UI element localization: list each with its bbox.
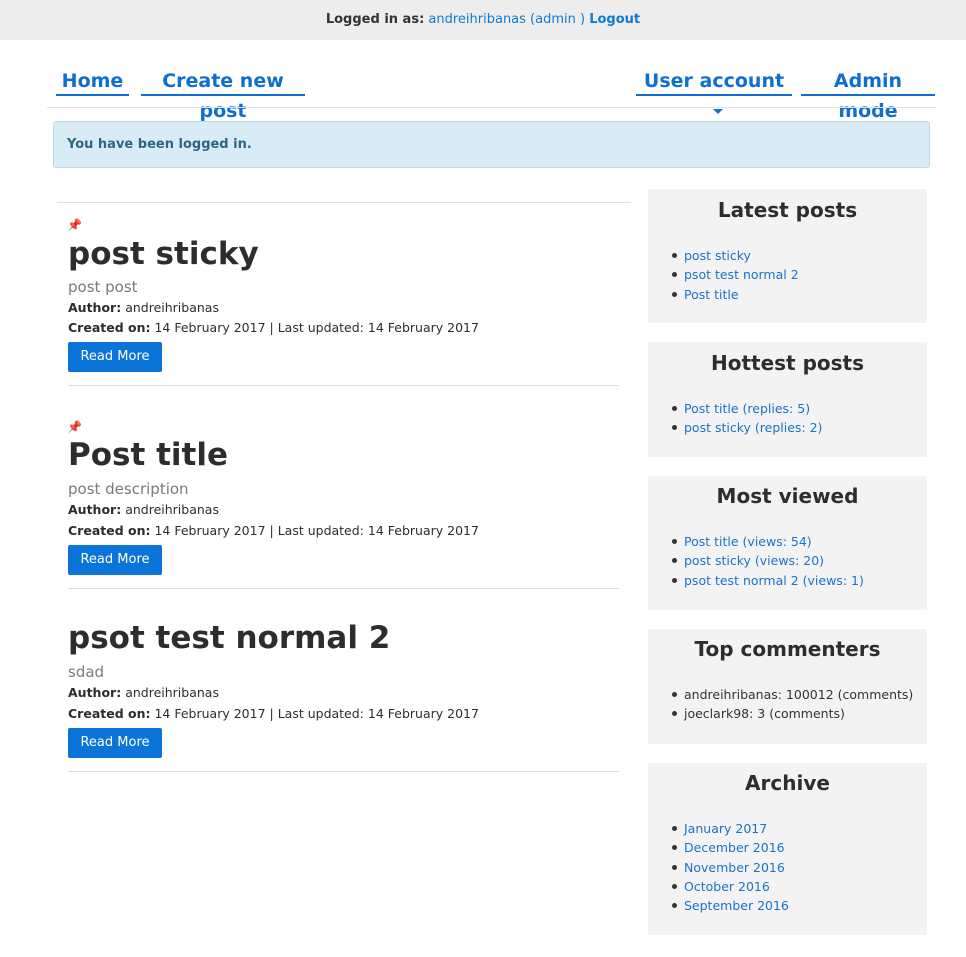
list-item: Post title (replies: 5) <box>672 399 822 418</box>
post-title[interactable]: psot test normal 2 <box>68 620 390 656</box>
widget-title: Archive <box>745 771 830 795</box>
created-label: Created on: <box>68 706 151 721</box>
post-author: Author: andreihribanas <box>68 502 219 517</box>
post-title[interactable]: post sticky <box>68 236 259 272</box>
hottest-post-link[interactable]: Post title (replies: 5) <box>684 401 810 416</box>
nav-home[interactable]: Home <box>56 66 129 96</box>
login-status-bar: Logged in as: andreihribanas (admin ) Lo… <box>0 0 966 40</box>
logged-in-label: Logged in as: <box>325 12 425 27</box>
list-item: joeclark98: 3 (comments) <box>672 704 913 723</box>
author-name: andreihribanas <box>125 502 219 517</box>
read-more-button[interactable]: Read More <box>68 728 162 758</box>
most-viewed-list: Post title (views: 54) post sticky (view… <box>672 532 864 590</box>
pin-icon: 📌 <box>67 420 82 434</box>
archive-link[interactable]: October 2016 <box>684 879 770 894</box>
list-item: Post title (views: 54) <box>672 532 864 551</box>
list-item: post sticky (replies: 2) <box>672 418 822 437</box>
most-viewed-link[interactable]: Post title (views: 54) <box>684 534 812 549</box>
chevron-down-icon <box>713 109 723 114</box>
read-more-button[interactable]: Read More <box>68 342 162 372</box>
read-more-button[interactable]: Read More <box>68 545 162 575</box>
nav-admin-mode[interactable]: Admin mode <box>801 66 935 122</box>
archive-link[interactable]: November 2016 <box>684 860 785 875</box>
created-label: Created on: <box>68 523 151 538</box>
list-item: psot test normal 2 (views: 1) <box>672 571 864 590</box>
widget-title: Hottest posts <box>710 351 865 375</box>
widget-title: Latest posts <box>717 198 858 222</box>
latest-post-link[interactable]: Post title <box>684 287 739 302</box>
archive-link[interactable]: January 2017 <box>684 821 767 836</box>
post-description: post description <box>68 480 189 498</box>
posts-top-divider <box>57 202 631 203</box>
archive-link[interactable]: December 2016 <box>684 840 785 855</box>
top-commenters-widget: Top commenters andreihribanas: 100012 (c… <box>648 629 927 744</box>
post-divider <box>68 385 619 386</box>
latest-post-link[interactable]: psot test normal 2 <box>684 267 799 282</box>
dates-text: 14 February 2017 | Last updated: 14 Febr… <box>154 706 479 721</box>
hottest-posts-widget: Hottest posts Post title (replies: 5) po… <box>648 342 927 457</box>
post-author: Author: andreihribanas <box>68 300 219 315</box>
author-label: Author: <box>68 502 122 517</box>
author-label: Author: <box>68 685 122 700</box>
latest-posts-widget: Latest posts post sticky psot test norma… <box>648 189 927 323</box>
dates-text: 14 February 2017 | Last updated: 14 Febr… <box>154 523 479 538</box>
top-commenters-list: andreihribanas: 100012 (comments) joecla… <box>672 685 913 724</box>
list-item: October 2016 <box>672 877 789 896</box>
login-alert: You have been logged in. <box>53 121 930 168</box>
author-name: andreihribanas <box>125 300 219 315</box>
archive-widget: Archive January 2017 December 2016 Novem… <box>648 763 927 935</box>
nav-user-account[interactable]: User account <box>636 66 792 114</box>
pin-icon: 📌 <box>67 218 82 232</box>
author-name: andreihribanas <box>125 685 219 700</box>
post-dates: Created on: 14 February 2017 | Last upda… <box>68 320 479 335</box>
most-viewed-link[interactable]: post sticky (views: 20) <box>684 553 824 568</box>
user-account-label: User account <box>643 70 785 92</box>
hottest-posts-list: Post title (replies: 5) post sticky (rep… <box>672 399 822 438</box>
latest-posts-list: post sticky psot test normal 2 Post titl… <box>672 246 799 304</box>
archive-list: January 2017 December 2016 November 2016… <box>672 819 789 915</box>
logout-link[interactable]: Logout <box>589 12 640 27</box>
post-divider <box>68 771 619 772</box>
nav-divider <box>47 107 936 108</box>
list-item: November 2016 <box>672 858 789 877</box>
list-item: post sticky <box>672 246 799 265</box>
latest-post-link[interactable]: post sticky <box>684 248 751 263</box>
post-description: post post <box>68 278 138 296</box>
list-item: post sticky (views: 20) <box>672 551 864 570</box>
post-dates: Created on: 14 February 2017 | Last upda… <box>68 706 479 721</box>
post-author: Author: andreihribanas <box>68 685 219 700</box>
hottest-post-link[interactable]: post sticky (replies: 2) <box>684 420 822 435</box>
most-viewed-widget: Most viewed Post title (views: 54) post … <box>648 476 927 610</box>
post-description: sdad <box>68 663 105 681</box>
list-item: December 2016 <box>672 838 789 857</box>
list-item: January 2017 <box>672 819 789 838</box>
most-viewed-link[interactable]: psot test normal 2 (views: 1) <box>684 573 864 588</box>
list-item: September 2016 <box>672 896 789 915</box>
list-item: andreihribanas: 100012 (comments) <box>672 685 913 704</box>
archive-link[interactable]: September 2016 <box>684 898 789 913</box>
list-item: Post title <box>672 285 799 304</box>
widget-title: Top commenters <box>694 637 881 661</box>
list-item: psot test normal 2 <box>672 265 799 284</box>
dates-text: 14 February 2017 | Last updated: 14 Febr… <box>154 320 479 335</box>
post-divider <box>68 588 619 589</box>
created-label: Created on: <box>68 320 151 335</box>
post-dates: Created on: 14 February 2017 | Last upda… <box>68 523 479 538</box>
widget-title: Most viewed <box>716 484 859 508</box>
author-label: Author: <box>68 300 122 315</box>
post-title[interactable]: Post title <box>68 437 228 473</box>
nav-create-post[interactable]: Create new post <box>141 66 305 122</box>
current-user-link[interactable]: andreihribanas (admin ) <box>428 12 585 27</box>
